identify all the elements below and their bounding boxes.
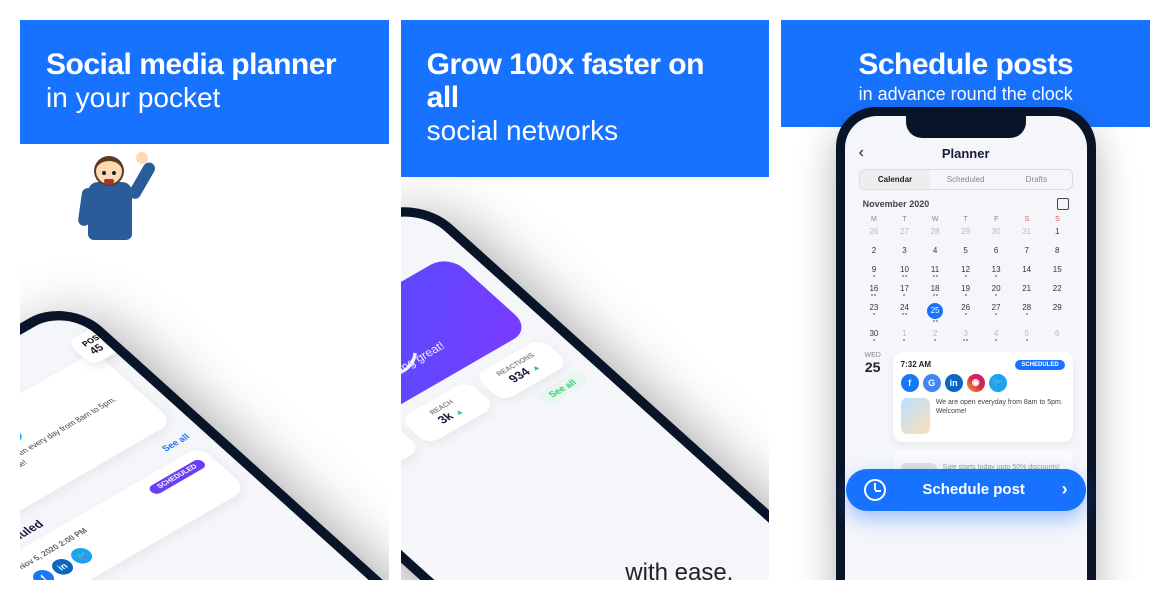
calendar-day[interactable]: 6: [1042, 325, 1073, 344]
panel3-title-bold: Schedule posts: [807, 48, 1124, 81]
calendar-day[interactable]: 24: [889, 299, 920, 325]
calendar-day[interactable]: 27: [981, 299, 1012, 325]
seg-calendar[interactable]: Calendar: [860, 170, 931, 189]
linkedin-icon: in: [945, 374, 963, 392]
avatar-illustration: [66, 154, 142, 264]
sched-text: We are open everyday from 8am to 5pm. We…: [936, 398, 1065, 434]
calendar-day[interactable]: 23: [859, 299, 890, 325]
calendar-day[interactable]: 3: [889, 242, 920, 261]
calendar-day[interactable]: 13: [981, 261, 1012, 280]
seg-scheduled[interactable]: Scheduled: [930, 170, 1001, 189]
sched-date: WED 25: [859, 352, 887, 442]
calendar-day[interactable]: 11: [920, 261, 951, 280]
calendar-day[interactable]: 6: [981, 242, 1012, 261]
calendar-day[interactable]: 1: [1042, 223, 1073, 242]
calendar-day[interactable]: 5: [1011, 325, 1042, 344]
calendar-day[interactable]: 14: [1011, 261, 1042, 280]
calendar-day[interactable]: 2: [920, 325, 951, 344]
calendar-day[interactable]: 26: [950, 299, 981, 325]
instagram-icon: ◉: [967, 374, 985, 392]
calendar-day[interactable]: 20: [981, 280, 1012, 299]
panel1-header: Social media planner in your pocket: [20, 20, 389, 144]
calendar-day[interactable]: 15: [1042, 261, 1073, 280]
calendar-icon[interactable]: [1057, 198, 1069, 210]
facebook-icon: f: [901, 374, 919, 392]
schedule-post-button[interactable]: Schedule post ›: [846, 469, 1086, 511]
calendar-day[interactable]: 2: [859, 242, 890, 261]
calendar-day[interactable]: 19: [950, 280, 981, 299]
calendar-day[interactable]: 30: [859, 325, 890, 344]
seg-drafts[interactable]: Drafts: [1001, 170, 1072, 189]
calendar-day[interactable]: 29: [950, 223, 981, 242]
calendar-day[interactable]: 4: [981, 325, 1012, 344]
calendar-day[interactable]: 28: [920, 223, 951, 242]
panel1-title-bold: Social media planner: [46, 48, 363, 81]
phone-notch: [906, 116, 1026, 138]
calendar-day[interactable]: 25: [920, 299, 951, 325]
calendar-day[interactable]: 10: [889, 261, 920, 280]
calendar-day[interactable]: 28: [1011, 299, 1042, 325]
see-all-link[interactable]: See all: [159, 432, 192, 453]
calendar-day[interactable]: 21: [1011, 280, 1042, 299]
sched-time: 7:32 AM: [901, 360, 931, 369]
clock-icon: [864, 479, 886, 501]
dow-row: MTWTFSS: [845, 216, 1087, 223]
panel2-body: Social Score 82 You're doing great! POST…: [401, 177, 770, 580]
calendar-day[interactable]: 3: [950, 325, 981, 344]
promo-panel-2: Grow 100x faster on all social networks …: [401, 20, 770, 580]
panel3-body: ‹ Planner Calendar Scheduled Drafts Nove…: [781, 127, 1150, 580]
panel2-caption: with ease.: [625, 559, 733, 580]
calendar-day[interactable]: 29: [1042, 299, 1073, 325]
calendar-day[interactable]: 12: [950, 261, 981, 280]
calendar-grid: 2627282930311234567891011121314151617181…: [845, 223, 1087, 352]
promo-panel-3: Schedule posts in advance round the cloc…: [781, 20, 1150, 580]
calendar-day[interactable]: 27: [889, 223, 920, 242]
twitter-icon: 🐦: [20, 425, 26, 447]
promo-panel-1: Social media planner in your pocket POST…: [20, 20, 389, 580]
calendar-day[interactable]: 22: [1042, 280, 1073, 299]
calendar-day[interactable]: 30: [981, 223, 1012, 242]
back-button[interactable]: ‹: [859, 144, 864, 162]
panel1-title-light: in your pocket: [46, 83, 363, 114]
planner-title: Planner: [942, 146, 990, 161]
chevron-right-icon: ›: [1062, 479, 1068, 500]
sched-badge: SCHEDULED: [1015, 360, 1064, 370]
sched-card[interactable]: 7:32 AM SCHEDULED f G in ◉ 🐦 We ar: [893, 352, 1073, 442]
panel1-body: POSTS 45 ▲ Recent Posts An hour ago f G …: [20, 144, 389, 574]
calendar-month: November 2020: [863, 199, 930, 209]
calendar-day[interactable]: 8: [1042, 242, 1073, 261]
twitter-icon: 🐦: [989, 374, 1007, 392]
sched-thumbnail: [901, 398, 930, 434]
calendar-day[interactable]: 9: [859, 261, 890, 280]
calendar-day[interactable]: 16: [859, 280, 890, 299]
calendar-day[interactable]: 1: [889, 325, 920, 344]
calendar-day[interactable]: 31: [1011, 223, 1042, 242]
calendar-day[interactable]: 26: [859, 223, 890, 242]
calendar-day[interactable]: 7: [1011, 242, 1042, 261]
segment-control: Calendar Scheduled Drafts: [859, 169, 1073, 190]
cta-label: Schedule post: [922, 481, 1025, 498]
panel3-title-light: in advance round the clock: [807, 85, 1124, 105]
calendar-day[interactable]: 4: [920, 242, 951, 261]
calendar-day[interactable]: 5: [950, 242, 981, 261]
scheduled-item: WED 25 7:32 AM SCHEDULED f G in ◉: [859, 352, 1073, 442]
google-icon: G: [923, 374, 941, 392]
calendar-day[interactable]: 17: [889, 280, 920, 299]
posts-stat-chip: POSTS 45 ▲: [67, 319, 134, 366]
calendar-day[interactable]: 18: [920, 280, 951, 299]
